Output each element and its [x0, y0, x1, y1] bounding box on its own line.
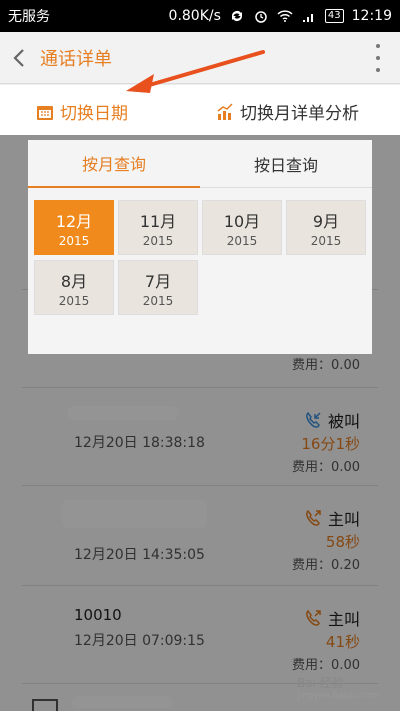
clock: 12:19: [351, 8, 392, 24]
chart-trend-icon: [217, 102, 233, 120]
month-option[interactable]: 11月 2015: [118, 200, 198, 255]
annotation-arrow: [126, 50, 265, 93]
query-mode-tabs: 按月查询 按日查询: [28, 140, 372, 188]
alarm-icon: [253, 9, 269, 23]
watermark: Bai 经验 jingyan.baidu.com: [297, 674, 380, 701]
tab-query-by-day[interactable]: 按日查询: [200, 140, 372, 188]
date-picker-panel: 按月查询 按日查询 12月 2015 11月 2015 10月 2015 9月 …: [28, 140, 372, 354]
month-analysis-label: 切换月详单分析: [240, 104, 359, 124]
status-bar: 无服务 0.80K/s 43 12:19: [0, 0, 400, 32]
network-speed: 0.80K/s: [168, 8, 221, 24]
more-options-icon[interactable]: [368, 43, 388, 72]
watermark-brand: Bai 经验: [296, 676, 344, 690]
switch-date-button[interactable]: 切换日期: [36, 99, 128, 124]
month-option[interactable]: 9月 2015: [286, 200, 366, 255]
calendar-icon: [37, 105, 53, 120]
wifi-icon: [277, 9, 293, 23]
back-arrow-icon[interactable]: [12, 47, 34, 69]
month-option[interactable]: 10月 2015: [202, 200, 282, 255]
month-analysis-button[interactable]: 切换月详单分析: [216, 99, 359, 124]
month-option[interactable]: 12月 2015: [34, 200, 114, 255]
tab-query-by-month[interactable]: 按月查询: [28, 140, 200, 188]
battery-icon: 43: [324, 9, 344, 23]
signal-icon: [301, 9, 317, 23]
watermark-url: jingyan.baidu.com: [296, 691, 380, 701]
carrier-text: 无服务: [8, 9, 50, 25]
month-option[interactable]: 8月 2015: [34, 260, 114, 315]
month-option[interactable]: 7月 2015: [118, 260, 198, 315]
switch-date-label: 切换日期: [60, 104, 128, 124]
sync-icon: [229, 9, 245, 23]
